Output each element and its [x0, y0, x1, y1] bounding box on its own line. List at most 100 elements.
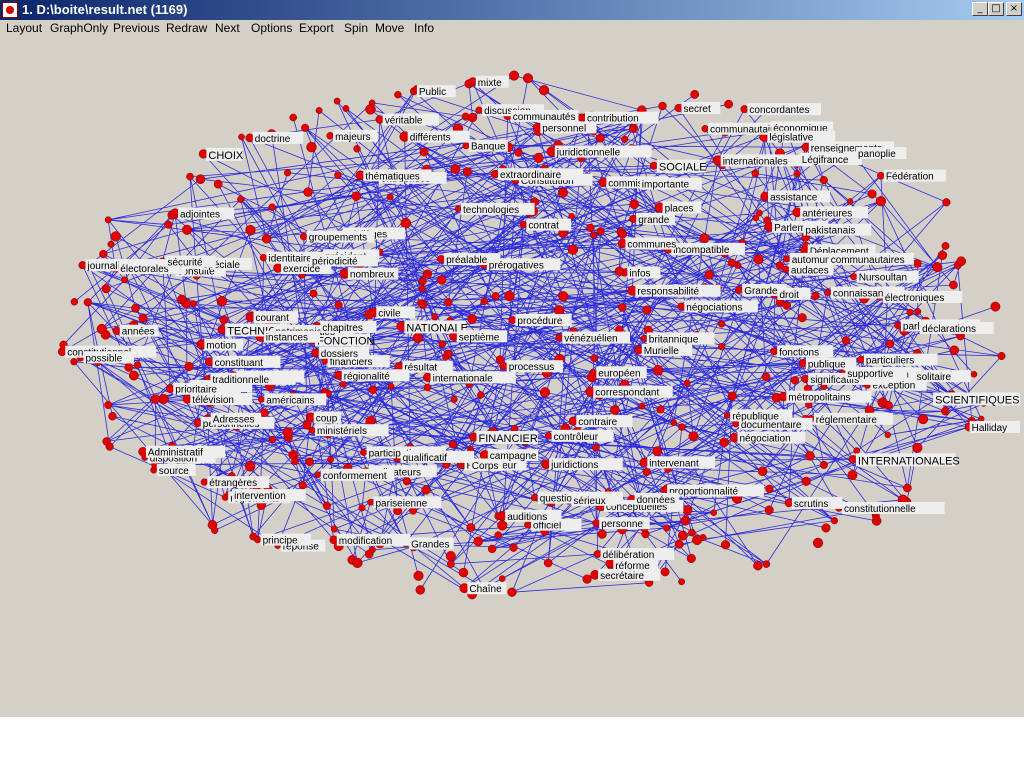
- graph-node[interactable]: [421, 485, 431, 495]
- graph-node[interactable]: [282, 427, 293, 438]
- graph-node[interactable]: [133, 361, 142, 369]
- graph-node[interactable]: [490, 169, 500, 179]
- graph-node[interactable]: [491, 292, 500, 301]
- graph-node[interactable]: [107, 240, 115, 248]
- graph-node[interactable]: [494, 512, 503, 521]
- graph-node[interactable]: [415, 585, 425, 595]
- graph-node[interactable]: [164, 220, 173, 229]
- graph-node[interactable]: [805, 451, 815, 461]
- menu-options[interactable]: Options: [251, 21, 292, 35]
- graph-node[interactable]: [618, 303, 627, 312]
- graph-node[interactable]: [462, 167, 472, 177]
- graph-node[interactable]: [621, 135, 629, 143]
- graph-node[interactable]: [431, 313, 439, 321]
- menu-redraw[interactable]: Redraw: [166, 21, 207, 35]
- graph-node[interactable]: [514, 148, 523, 157]
- app-icon[interactable]: [2, 2, 18, 18]
- graph-node[interactable]: [284, 169, 292, 177]
- graph-node[interactable]: [190, 300, 197, 307]
- graph-node[interactable]: [688, 528, 696, 537]
- graph-node[interactable]: [207, 520, 218, 530]
- graph-canvas[interactable]: FINANCIER INTERNATIONALES FONCTION SCIENTIF…: [0, 37, 1024, 717]
- graph-node[interactable]: [770, 347, 778, 356]
- graph-node[interactable]: [289, 113, 298, 122]
- menu-spin[interactable]: Spin: [344, 21, 368, 35]
- graph-node[interactable]: [683, 379, 691, 387]
- graph-node[interactable]: [914, 308, 922, 315]
- graph-node[interactable]: [158, 394, 169, 405]
- graph-node[interactable]: [937, 250, 948, 261]
- graph-node[interactable]: [567, 244, 579, 255]
- graph-node[interactable]: [438, 340, 446, 348]
- graph-node[interactable]: [884, 431, 891, 439]
- graph-node[interactable]: [314, 471, 322, 479]
- graph-node[interactable]: [259, 254, 268, 262]
- graph-node[interactable]: [365, 104, 376, 115]
- graph-node[interactable]: [326, 132, 334, 140]
- graph-node[interactable]: [848, 455, 858, 464]
- graph-node[interactable]: [841, 336, 851, 345]
- graph-node[interactable]: [853, 447, 861, 454]
- graph-node[interactable]: [508, 316, 517, 324]
- menu-graphonly[interactable]: GraphOnly: [50, 21, 108, 35]
- graph-node[interactable]: [678, 578, 685, 586]
- graph-node[interactable]: [875, 196, 887, 207]
- graph-node[interactable]: [903, 483, 912, 493]
- graph-node[interactable]: [906, 308, 914, 316]
- graph-node[interactable]: [507, 587, 517, 597]
- graph-node[interactable]: [462, 142, 470, 150]
- graph-node[interactable]: [593, 550, 602, 558]
- graph-node[interactable]: [531, 494, 539, 502]
- graph-node[interactable]: [487, 544, 497, 554]
- graph-node[interactable]: [649, 161, 658, 170]
- graph-node[interactable]: [678, 530, 688, 541]
- graph-node[interactable]: [674, 103, 683, 112]
- graph-node[interactable]: [867, 189, 877, 199]
- graph-node[interactable]: [444, 298, 453, 307]
- graph-node[interactable]: [305, 457, 314, 467]
- graph-node[interactable]: [400, 217, 411, 229]
- graph-node[interactable]: [942, 198, 951, 207]
- menu-next[interactable]: Next: [215, 21, 240, 35]
- graph-node[interactable]: [417, 299, 425, 307]
- graph-node[interactable]: [753, 254, 764, 265]
- menu-layout[interactable]: Layout: [6, 21, 42, 35]
- graph-node[interactable]: [254, 536, 262, 544]
- graph-node[interactable]: [912, 442, 923, 453]
- graph-node[interactable]: [763, 216, 772, 224]
- graph-node[interactable]: [454, 205, 462, 213]
- graph-node[interactable]: [197, 340, 206, 349]
- graph-node[interactable]: [268, 435, 277, 444]
- graph-node[interactable]: [193, 418, 202, 428]
- graph-node[interactable]: [764, 505, 774, 515]
- graph-node[interactable]: [757, 466, 768, 477]
- graph-node[interactable]: [753, 561, 763, 571]
- graph-node[interactable]: [543, 558, 553, 568]
- graph-node[interactable]: [121, 276, 129, 284]
- graph-node[interactable]: [949, 345, 959, 355]
- graph-node[interactable]: [592, 443, 600, 452]
- graph-node[interactable]: [303, 187, 313, 197]
- graph-node[interactable]: [437, 275, 447, 285]
- graph-node[interactable]: [677, 302, 686, 311]
- graph-node[interactable]: [555, 333, 564, 342]
- graph-node[interactable]: [533, 152, 544, 163]
- graph-node[interactable]: [322, 501, 332, 510]
- graph-node[interactable]: [519, 220, 528, 229]
- graph-node[interactable]: [692, 535, 703, 546]
- graph-node[interactable]: [480, 297, 488, 305]
- graph-node[interactable]: [315, 107, 323, 114]
- graph-node[interactable]: [342, 105, 350, 112]
- graph-node[interactable]: [450, 164, 461, 174]
- graph-node[interactable]: [553, 305, 565, 316]
- graph-node[interactable]: [423, 383, 432, 392]
- graph-node[interactable]: [812, 537, 824, 549]
- graph-node[interactable]: [793, 170, 801, 178]
- graph-node[interactable]: [181, 224, 192, 235]
- graph-node[interactable]: [660, 567, 670, 577]
- graph-node[interactable]: [291, 457, 299, 466]
- graph-node[interactable]: [99, 249, 108, 259]
- graph-node[interactable]: [498, 575, 506, 582]
- graph-node[interactable]: [990, 301, 1001, 312]
- graph-node[interactable]: [367, 498, 374, 506]
